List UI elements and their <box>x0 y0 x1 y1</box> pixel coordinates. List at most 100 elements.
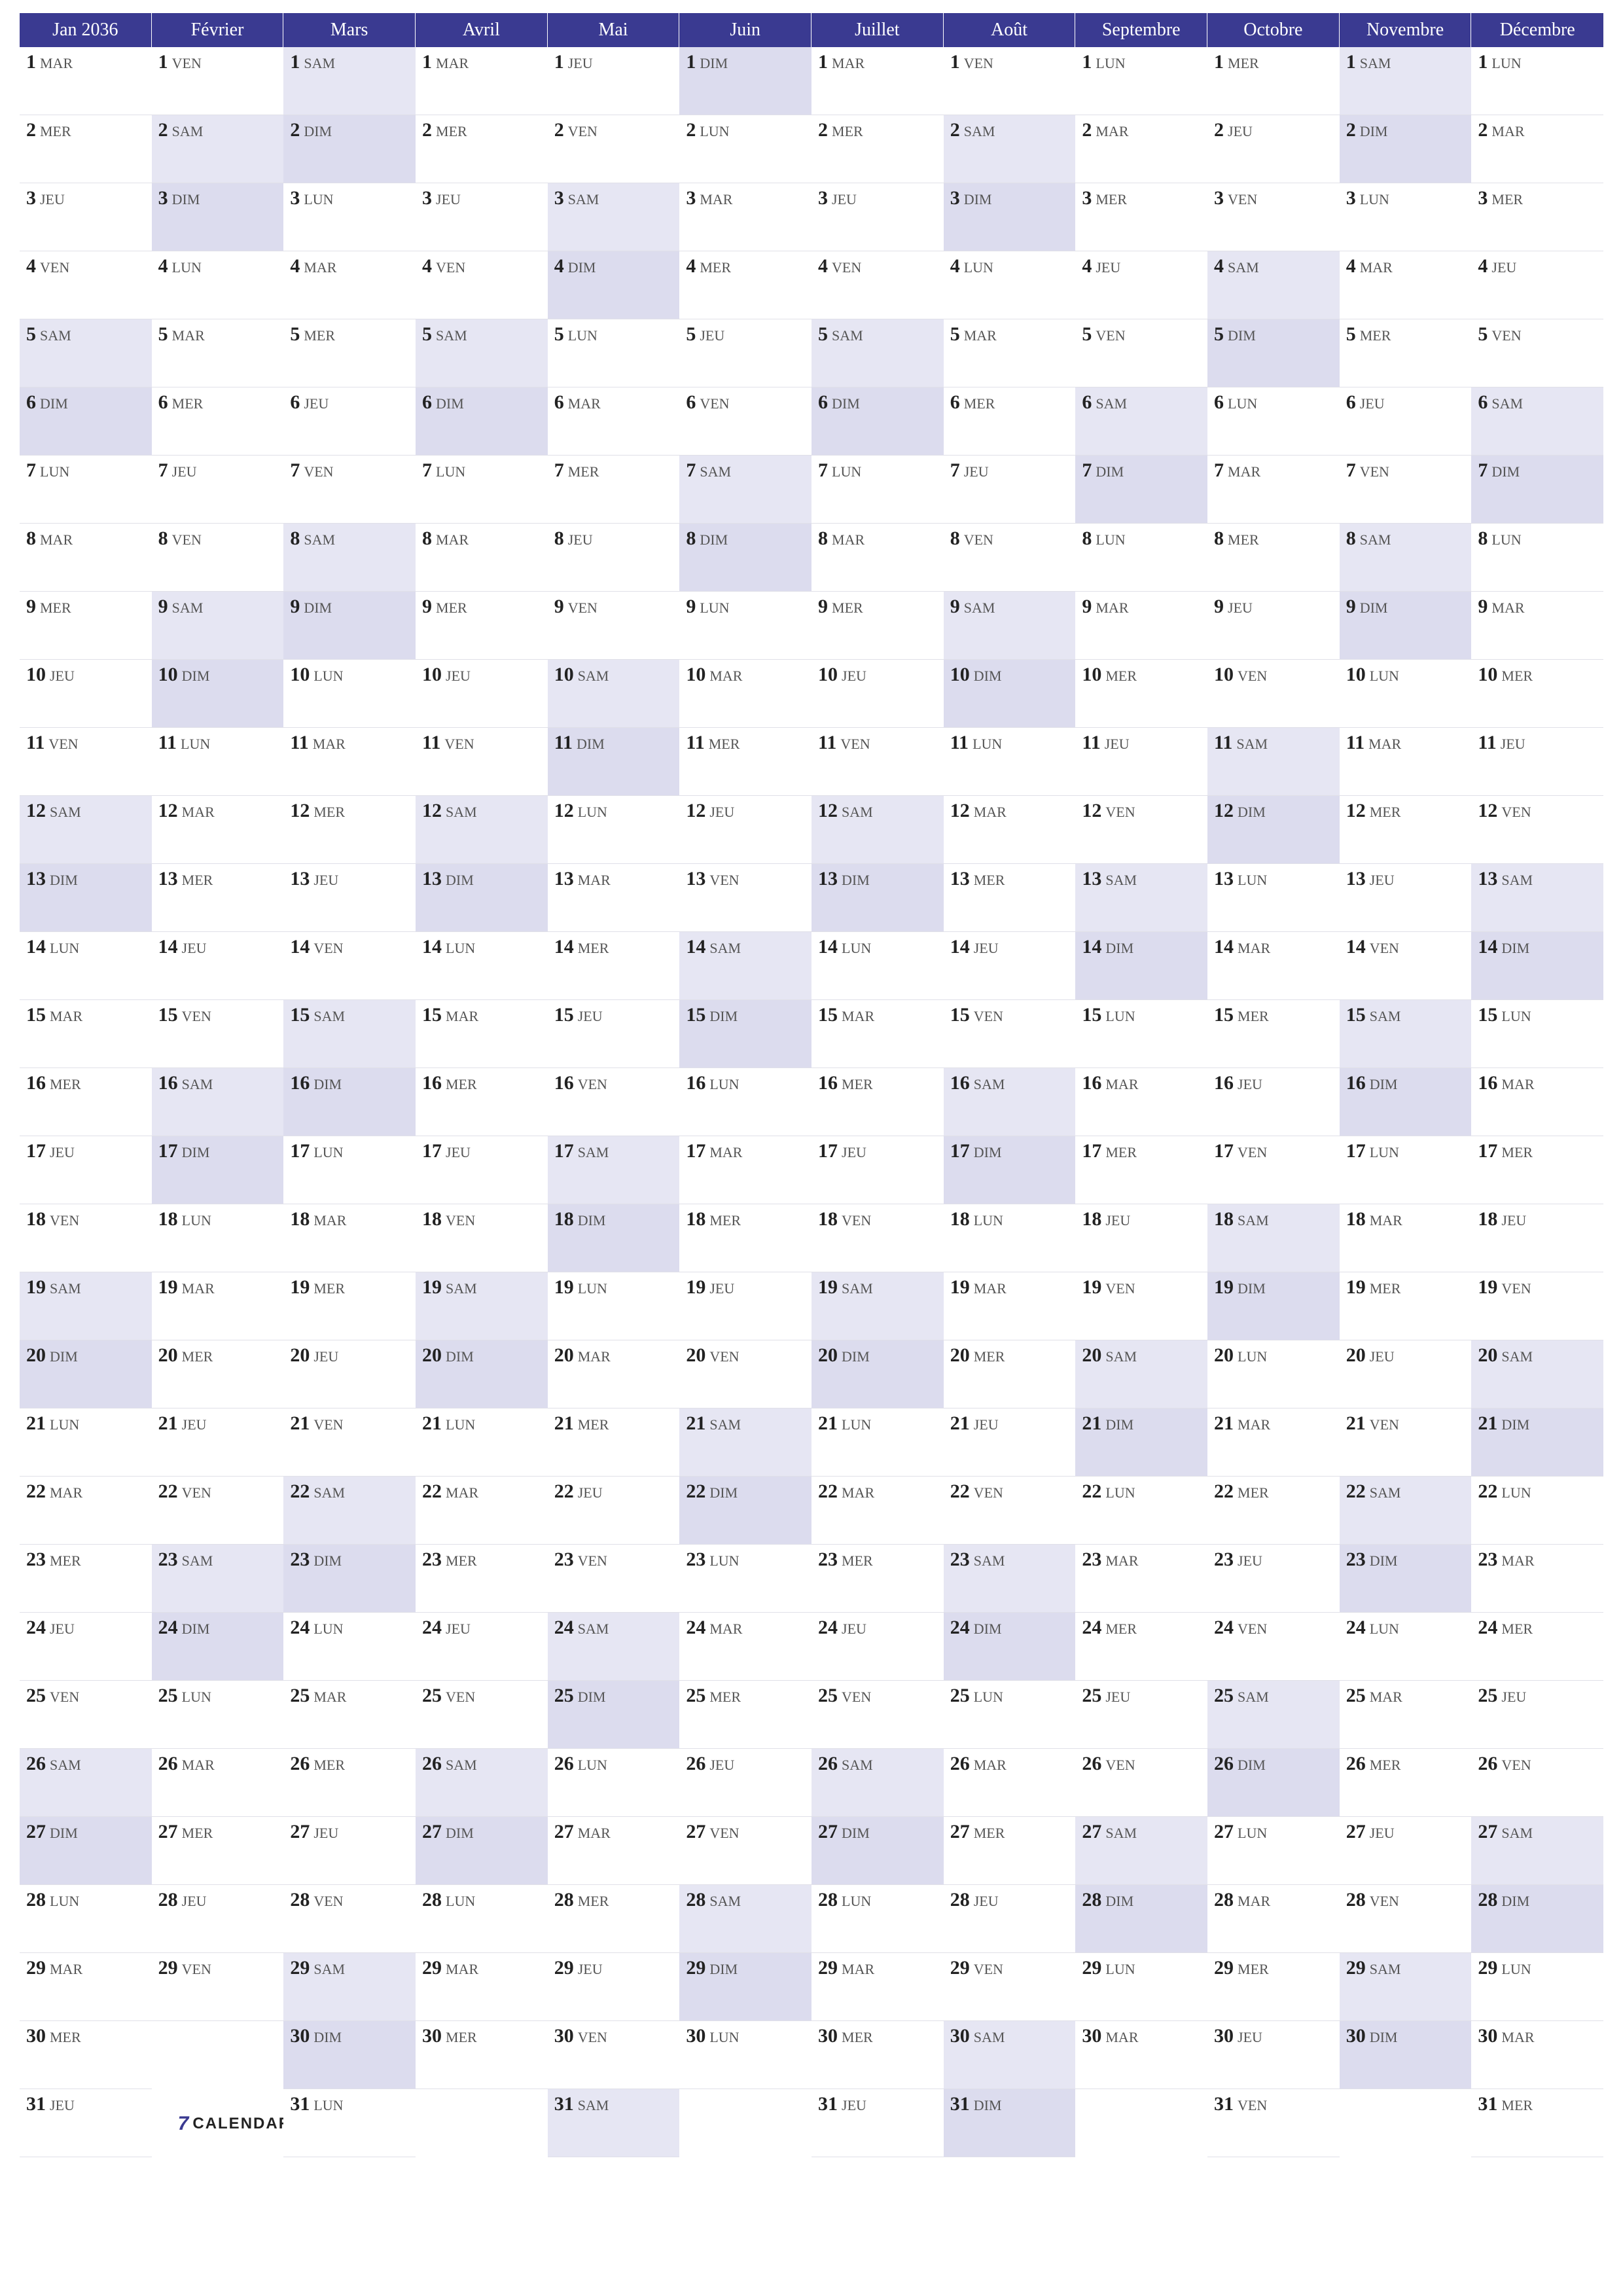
day-abbr: VEN <box>48 736 78 753</box>
day-number: 17 <box>1478 1140 1497 1162</box>
day-number: 6 <box>950 391 960 414</box>
day-number: 5 <box>26 323 36 346</box>
day-abbr: MER <box>842 1552 873 1570</box>
day-cell: 8MAR <box>812 524 944 592</box>
day-cell: 26SAM <box>20 1749 152 1817</box>
empty-cell <box>679 2089 812 2157</box>
day-number: 14 <box>1082 936 1101 958</box>
day-abbr: LUN <box>578 804 607 821</box>
day-cell: 17JEU <box>812 1136 944 1204</box>
day-abbr: LUN <box>50 1416 79 1433</box>
day-number: 24 <box>26 1617 46 1639</box>
day-number: 13 <box>1214 868 1234 890</box>
day-number: 16 <box>818 1072 838 1094</box>
day-abbr: VEN <box>313 1416 343 1433</box>
day-abbr: MAR <box>1238 940 1270 957</box>
day-number: 6 <box>1346 391 1356 414</box>
day-number: 21 <box>1478 1412 1497 1435</box>
day-abbr: JEU <box>842 2097 866 2114</box>
day-abbr: VEN <box>1105 1280 1135 1297</box>
day-abbr: SAM <box>1501 1825 1533 1842</box>
day-number: 20 <box>1214 1344 1234 1367</box>
day-number: 22 <box>554 1480 574 1503</box>
month-header: Juin <box>679 13 812 47</box>
day-abbr: SAM <box>832 327 863 344</box>
day-abbr: VEN <box>709 1825 739 1842</box>
day-cell: 23SAM <box>152 1545 284 1613</box>
day-abbr: VEN <box>578 2029 607 2046</box>
month-header: Novembre <box>1340 13 1472 47</box>
day-abbr: MAR <box>832 531 865 548</box>
day-number: 11 <box>686 732 704 754</box>
day-abbr: JEU <box>578 1961 603 1978</box>
day-abbr: SAM <box>964 600 995 617</box>
day-cell: 31JEU <box>20 2089 152 2157</box>
day-number: 17 <box>554 1140 574 1162</box>
day-abbr: JEU <box>172 463 197 480</box>
day-number: 24 <box>1214 1617 1234 1639</box>
day-cell: 13VEN <box>679 864 812 932</box>
day-number: 19 <box>422 1276 442 1299</box>
day-cell: 28MAR <box>1207 1885 1340 1953</box>
day-number: 15 <box>26 1004 46 1026</box>
day-cell: 7DIM <box>1075 456 1207 524</box>
day-cell: 18LUN <box>944 1204 1076 1272</box>
day-cell: 7JEU <box>944 456 1076 524</box>
day-number: 18 <box>818 1208 838 1230</box>
day-abbr: DIM <box>1096 463 1124 480</box>
month-column: Mars1SAM2DIM3LUN4MAR5MER6JEU7VEN8SAM9DIM… <box>283 13 416 2157</box>
day-abbr: LUN <box>974 1689 1003 1706</box>
day-cell: 24VEN <box>1207 1613 1340 1681</box>
day-cell: 15MER <box>1207 1000 1340 1068</box>
day-number: 7 <box>554 459 564 482</box>
day-cell: 15LUN <box>1471 1000 1603 1068</box>
day-cell: 22MAR <box>20 1477 152 1545</box>
day-number: 7 <box>950 459 960 482</box>
day-abbr: JEU <box>1228 600 1253 617</box>
day-number: 3 <box>1082 187 1092 209</box>
day-cell: 27LUN <box>1207 1817 1340 1885</box>
day-abbr: SAM <box>313 1484 345 1501</box>
day-cell: 10LUN <box>1340 660 1472 728</box>
day-number: 28 <box>158 1889 178 1911</box>
day-number: 5 <box>554 323 564 346</box>
day-abbr: MER <box>1501 2097 1533 2114</box>
day-cell: 18MER <box>679 1204 812 1272</box>
day-cell: 21LUN <box>20 1408 152 1477</box>
day-abbr: MAR <box>842 1008 874 1025</box>
day-abbr: JEU <box>1370 1348 1395 1365</box>
day-number: 21 <box>686 1412 705 1435</box>
day-cell: 1VEN <box>152 47 284 115</box>
day-cell: 24MER <box>1075 1613 1207 1681</box>
day-cell: 20DIM <box>416 1340 548 1408</box>
day-number: 25 <box>290 1685 310 1707</box>
day-cell: 6JEU <box>283 387 416 456</box>
day-number: 14 <box>950 936 970 958</box>
day-cell: 14LUN <box>20 932 152 1000</box>
day-number: 12 <box>26 800 46 822</box>
day-cell: 25LUN <box>152 1681 284 1749</box>
day-abbr: SAM <box>964 123 995 140</box>
day-abbr: MER <box>1238 1484 1269 1501</box>
day-abbr: MER <box>313 1280 345 1297</box>
day-number: 31 <box>26 2093 46 2115</box>
day-abbr: JEU <box>964 463 989 480</box>
day-abbr: JEU <box>842 668 866 685</box>
day-number: 26 <box>158 1753 178 1775</box>
day-abbr: MAR <box>1360 259 1393 276</box>
day-cell: 27SAM <box>1075 1817 1207 1885</box>
day-number: 11 <box>290 732 308 754</box>
day-number: 21 <box>1346 1412 1366 1435</box>
day-number: 1 <box>1478 51 1488 73</box>
day-number: 30 <box>26 2025 46 2047</box>
day-abbr: LUN <box>304 191 333 208</box>
day-cell: 9LUN <box>679 592 812 660</box>
day-cell: 8JEU <box>548 524 680 592</box>
day-abbr: MAR <box>1370 1689 1402 1706</box>
day-abbr: DIM <box>182 1621 210 1638</box>
day-abbr: VEN <box>172 55 202 72</box>
day-cell: 25SAM <box>1207 1681 1340 1749</box>
day-cell: 12VEN <box>1471 796 1603 864</box>
day-cell: 21DIM <box>1471 1408 1603 1477</box>
day-cell: 28LUN <box>20 1885 152 1953</box>
